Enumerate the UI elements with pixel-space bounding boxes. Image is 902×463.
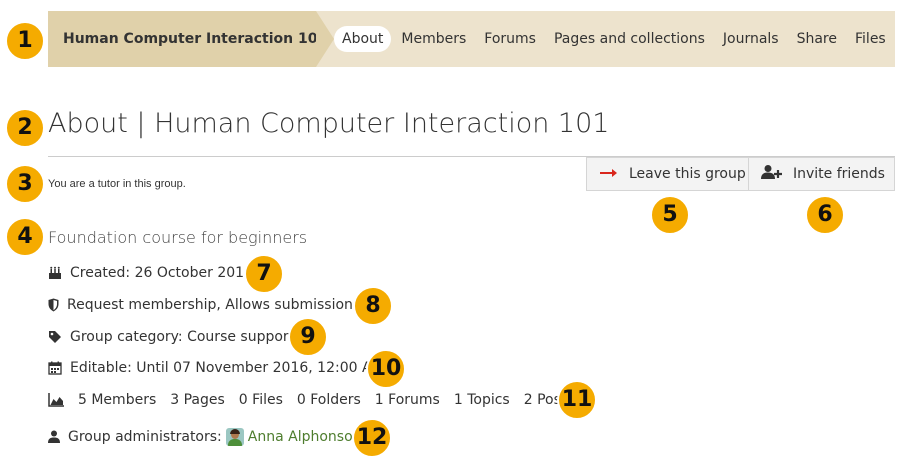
nav-arrow-divider	[316, 11, 334, 67]
stat-files: 0 Files	[238, 392, 283, 408]
callout-badge: 2	[5, 108, 45, 148]
group-navbar: Human Computer Interaction 101 About Mem…	[48, 11, 895, 67]
category-info: Group category: Course support	[48, 327, 294, 347]
arrow-right-icon	[599, 166, 619, 182]
callout-badge: 3	[5, 164, 45, 204]
callout-badge: 10	[366, 349, 406, 389]
callout-badge: 4	[5, 217, 45, 257]
page-title: About | Human Computer Interaction 101	[48, 108, 610, 139]
tab-pages-and-collections[interactable]: Pages and collections	[546, 26, 713, 52]
admin-profile-link[interactable]: Anna Alphonso	[248, 429, 353, 445]
tab-about[interactable]: About	[334, 26, 392, 52]
area-chart-icon	[48, 393, 64, 407]
shield-icon	[48, 298, 59, 312]
created-info: Created: 26 October 2015	[48, 263, 253, 283]
tab-forums[interactable]: Forums	[476, 26, 544, 52]
tag-icon	[48, 330, 62, 344]
group-category: Group category: Course support	[70, 329, 295, 345]
group-name[interactable]: Human Computer Interaction 101	[48, 11, 327, 67]
tab-journals[interactable]: Journals	[715, 26, 787, 52]
callout-badge: 6	[805, 195, 845, 235]
administrators-label: Group administrators:	[68, 429, 222, 445]
admin-avatar[interactable]	[225, 428, 244, 446]
stat-topics: 1 Topics	[453, 392, 510, 408]
callout-badge: 8	[353, 286, 393, 326]
editable-until: Editable: Until 07 November 2016, 12:00 …	[70, 360, 384, 376]
leave-group-button[interactable]: Leave this group	[586, 157, 749, 191]
callout-badge: 1	[5, 21, 45, 61]
user-plus-icon	[761, 164, 783, 184]
tab-members[interactable]: Members	[393, 26, 474, 52]
membership-info: Request membership, Allows submissions	[48, 295, 360, 315]
invite-friends-label: Invite friends	[793, 166, 885, 182]
leave-group-label: Leave this group	[629, 166, 746, 182]
nav-tabs: About Members Forums Pages and collectio…	[334, 11, 896, 67]
tutor-status-text: You are a tutor in this group.	[48, 178, 186, 190]
user-icon	[48, 430, 60, 444]
created-date: Created: 26 October 2015	[70, 265, 253, 281]
stat-pages: 3 Pages	[170, 392, 225, 408]
tab-share[interactable]: Share	[789, 26, 845, 52]
birthday-cake-icon	[48, 266, 62, 280]
stat-folders: 0 Folders	[296, 392, 361, 408]
administrators-info: Group administrators: Anna Alphonso	[48, 427, 353, 447]
stat-members: 5 Members	[78, 392, 157, 408]
calendar-icon	[48, 361, 62, 375]
editable-info: Editable: Until 07 November 2016, 12:00 …	[48, 358, 384, 378]
tab-files[interactable]: Files	[847, 26, 894, 52]
callout-badge: 11	[557, 380, 597, 420]
callout-badge: 7	[244, 254, 284, 294]
invite-friends-button[interactable]: Invite friends	[749, 157, 895, 191]
group-description: Foundation course for beginners	[48, 228, 308, 247]
stat-forums: 1 Forums	[374, 392, 440, 408]
membership-settings: Request membership, Allows submissions	[67, 297, 361, 313]
callout-badge: 9	[288, 317, 328, 357]
group-stats: 5 Members 3 Pages 0 Files 0 Folders 1 Fo…	[48, 390, 588, 410]
callout-badge: 12	[352, 418, 392, 458]
callout-badge: 5	[650, 195, 690, 235]
